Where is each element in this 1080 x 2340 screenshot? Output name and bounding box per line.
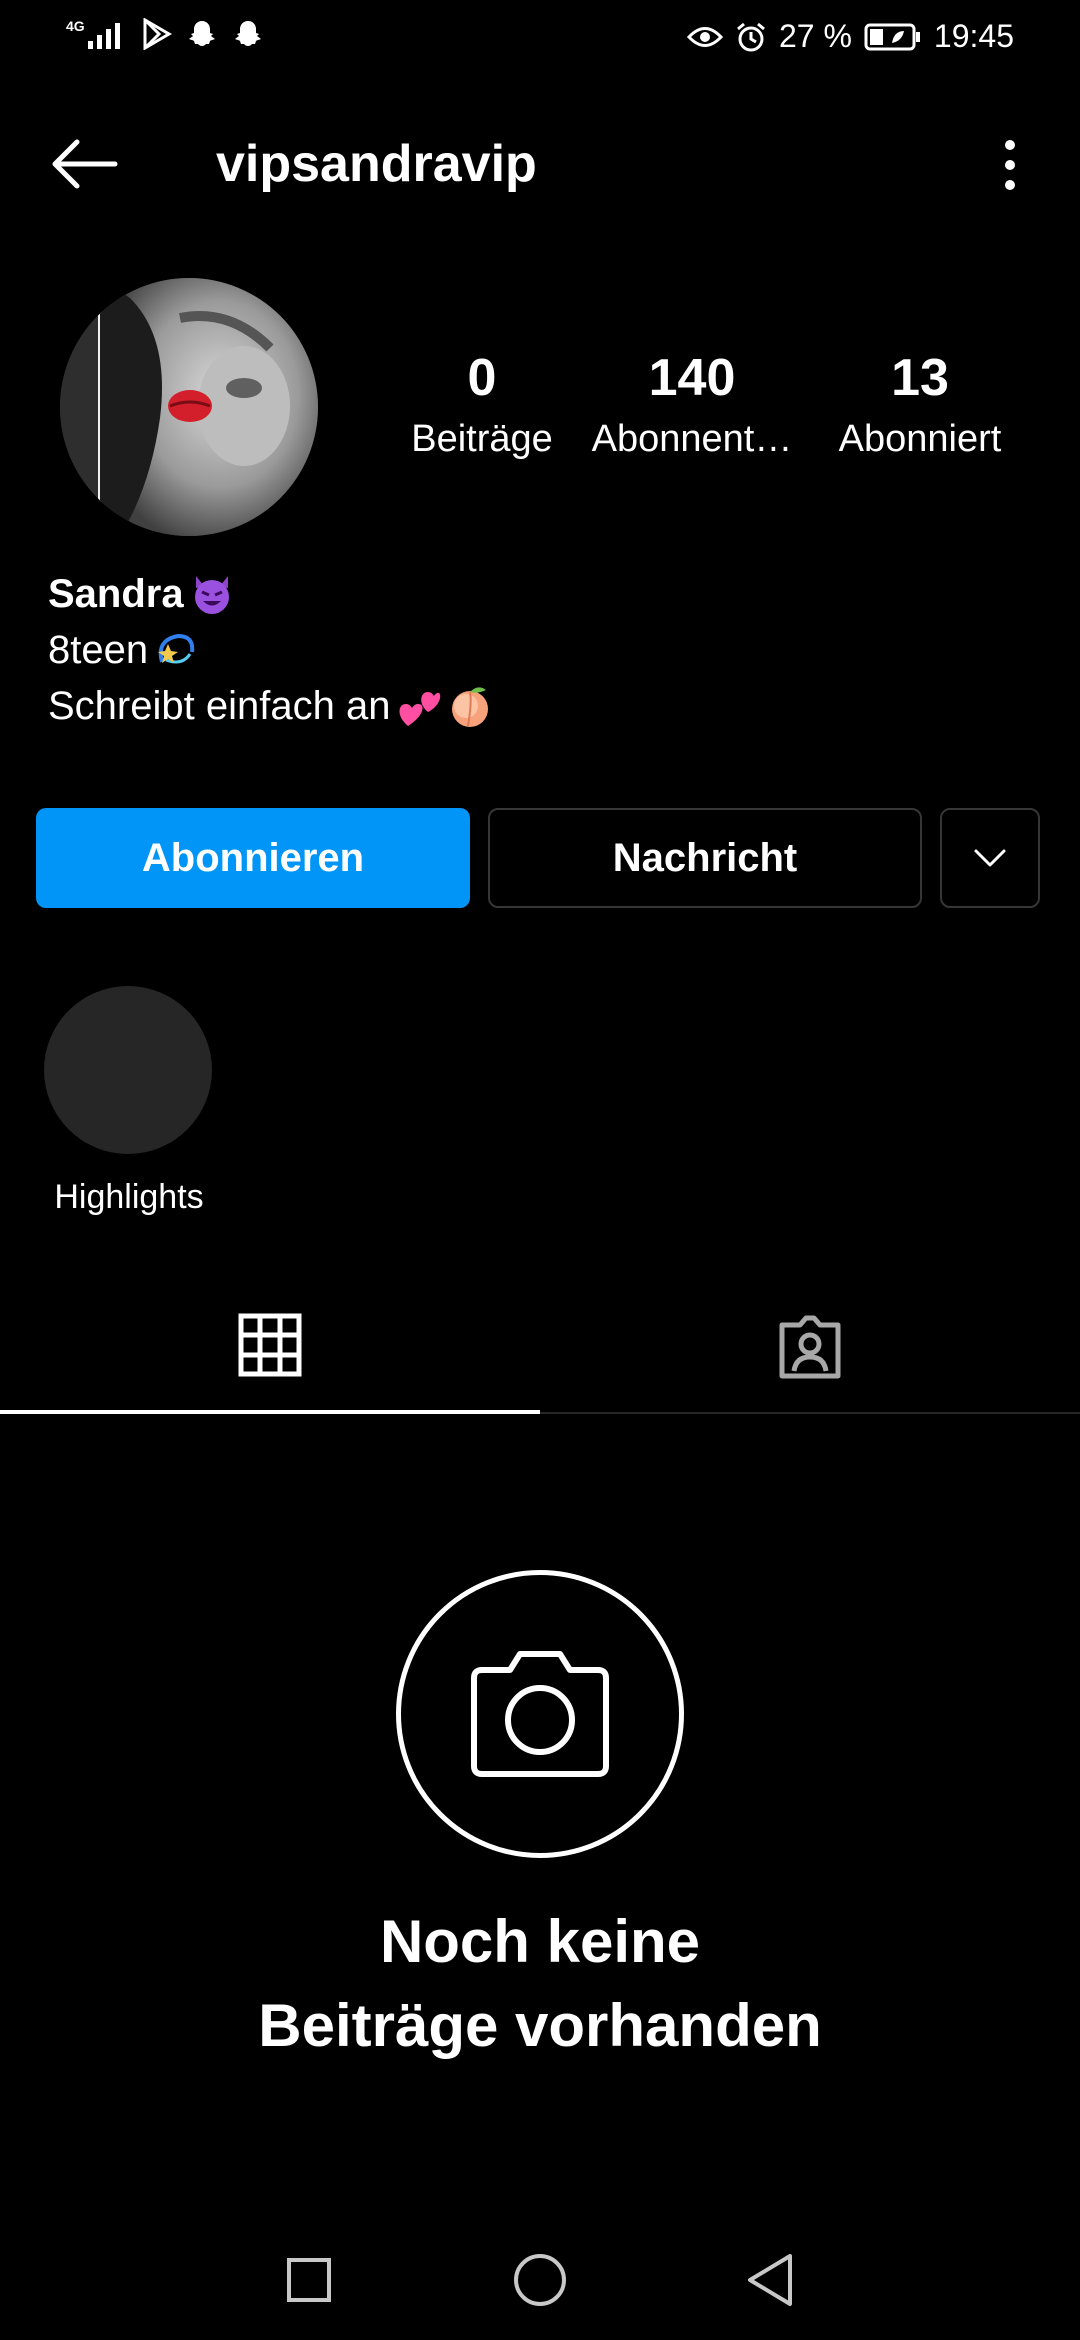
peach-icon: [452, 687, 489, 727]
snapchat-icon: [188, 21, 215, 46]
status-left-icons: 4G: [66, 18, 264, 50]
system-navigation-bar: [0, 2220, 1080, 2340]
stat-followers[interactable]: 140 Abonnent…: [584, 348, 800, 464]
profile-avatar[interactable]: [60, 278, 318, 536]
stat-following-count: 13: [891, 349, 949, 407]
bio-name: Sandra: [48, 572, 184, 616]
empty-posts-camera: [396, 1570, 684, 1858]
smiling-devil-icon: [194, 576, 229, 614]
empty-state-line-1: Noch keine: [379, 1908, 701, 1975]
bio-line-2: Schreibt einfach an: [48, 678, 1028, 734]
profile-header: vipsandravip: [0, 110, 1080, 220]
message-button[interactable]: Nachricht: [488, 808, 922, 908]
stat-followers-count: 140: [648, 349, 736, 407]
triangle-back-icon: [748, 2254, 792, 2306]
network-type: 4G: [66, 18, 85, 34]
arrow-left-icon: [52, 139, 118, 189]
lips-sticker: [168, 390, 212, 422]
battery-percent: 27 %: [778, 18, 852, 54]
profile-stats: 0 Beiträge 140 Abonnent… 13 Abonniert: [380, 348, 1040, 464]
eye-icon: [686, 26, 723, 47]
tagged-user-icon: [779, 1315, 841, 1379]
stat-posts-count: 0: [467, 349, 497, 407]
page-title: vipsandravip: [216, 135, 537, 193]
recent-apps-button[interactable]: [279, 2250, 339, 2310]
tab-tagged[interactable]: [540, 1280, 1080, 1414]
clock: 19:45: [933, 18, 1014, 54]
suggested-accounts-button[interactable]: [940, 808, 1040, 908]
empty-state-title: Noch keine Beiträge vorhanden: [0, 1900, 1080, 2068]
profile-tabs: [0, 1280, 1080, 1414]
back-nav-button[interactable]: [740, 2250, 800, 2310]
stat-posts[interactable]: 0 Beiträge: [380, 348, 584, 464]
two-hearts-icon: [399, 692, 441, 726]
profile-bio: Sandra 8teen Schreibt einfach an: [48, 566, 1028, 734]
tab-posts-grid[interactable]: [0, 1280, 540, 1414]
bio-name-row: Sandra: [48, 566, 1028, 622]
dizzy-icon: [158, 633, 195, 664]
chevron-down-icon: [974, 849, 1006, 867]
empty-state-line-2: Beiträge vorhanden: [258, 1992, 822, 2059]
bio-line-1: 8teen: [48, 622, 1028, 678]
signal-icon: 4G: [66, 19, 128, 49]
follow-button[interactable]: Abonnieren: [36, 808, 470, 908]
profile-actions: Abonnieren Nachricht: [36, 808, 1044, 908]
circle-icon: [514, 2254, 566, 2306]
battery-icon: [864, 23, 920, 50]
play-store-icon: [143, 18, 172, 50]
more-vertical-icon: [1005, 140, 1015, 190]
stat-following[interactable]: 13 Abonniert: [800, 348, 1040, 464]
avatar-photo: [60, 278, 318, 536]
square-icon: [287, 2258, 331, 2302]
bio-text-2: Schreibt einfach an: [48, 684, 391, 728]
more-options-button[interactable]: [990, 132, 1030, 198]
alarm-icon: [737, 22, 765, 51]
snapchat-icon-2: [234, 21, 261, 46]
camera-icon: [471, 1651, 609, 1777]
bio-text-1: 8teen: [48, 628, 149, 672]
status-bar: 4G 27 % 19:45: [0, 0, 1080, 76]
back-button[interactable]: [44, 134, 124, 194]
status-right-icons: 27 % 19:45: [686, 18, 1014, 55]
stat-following-label: Abonniert: [838, 418, 1002, 460]
highlight-cover: [44, 986, 212, 1154]
stat-posts-label: Beiträge: [411, 418, 553, 460]
highlight-label: Highlights: [54, 1178, 204, 1216]
home-button[interactable]: [510, 2250, 570, 2310]
stat-followers-label: Abonnent…: [591, 418, 793, 460]
highlight-item[interactable]: Highlights: [44, 986, 214, 1217]
grid-icon: [238, 1313, 302, 1377]
